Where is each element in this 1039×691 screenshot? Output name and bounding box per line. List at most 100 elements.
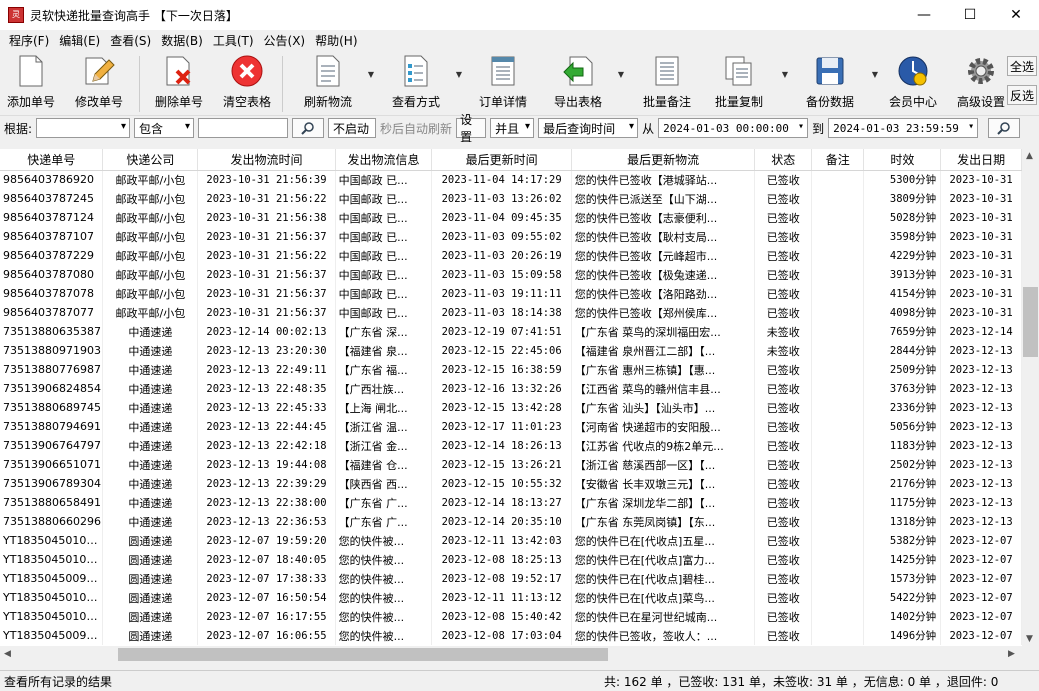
column-header[interactable]: 发出日期 <box>940 149 1022 171</box>
match-mode-select[interactable]: 包含 <box>134 118 195 138</box>
menu-tools[interactable]: 工具(T) <box>208 32 259 49</box>
table-row[interactable]: 9856403787229 邮政平邮/小包 2023-10-31 21:56:22 中… <box>0 246 1022 265</box>
scroll-up-icon[interactable]: ▲ <box>1026 151 1033 161</box>
scroll-left-icon[interactable]: ◀ <box>4 649 11 659</box>
invert-select-button[interactable]: 反选 <box>1007 85 1037 105</box>
table-row[interactable]: 73513880794691 中通速递 2023-12-13 22:44:45 【浙江… <box>0 417 1022 436</box>
order-detail-icon <box>487 55 519 87</box>
search-button[interactable] <box>292 118 325 138</box>
table-cell <box>811 398 865 417</box>
table-row[interactable]: 73513880658491 中通速递 2023-12-13 22:38:00 【广东… <box>0 493 1022 512</box>
filter-field-select[interactable] <box>36 118 131 138</box>
table-row[interactable]: YT1835045009811 圆通速递 2023-12-07 16:06:55 您的… <box>0 626 1022 645</box>
table-cell: 【陕西省 西... <box>335 474 433 493</box>
time-field-select[interactable]: 最后查询时间 <box>538 118 639 138</box>
table-row[interactable]: 9856403787077 邮政平邮/小包 2023-10-31 21:56:37 中… <box>0 303 1022 322</box>
table-cell: 已签收 <box>754 531 812 550</box>
table-cell: 已签收 <box>754 246 812 265</box>
edit-number-button[interactable]: 修改单号 <box>62 52 136 110</box>
table-row[interactable]: YT1835045010293 圆通速递 2023-12-07 16:50:54 您的… <box>0 588 1022 607</box>
advanced-settings-button[interactable]: 高级设置 <box>948 52 1014 110</box>
table-row[interactable]: 73513880776987 中通速递 2023-12-13 22:49:11 【广东… <box>0 360 1022 379</box>
date-search-button[interactable] <box>988 118 1021 138</box>
column-header[interactable]: 最后更新物流 <box>571 149 756 171</box>
chevron-down-icon[interactable]: ▼ <box>618 70 624 79</box>
scroll-right-icon[interactable]: ▶ <box>1008 649 1015 659</box>
vertical-scroll-thumb[interactable] <box>1023 287 1038 357</box>
table-cell <box>811 246 865 265</box>
menu-data[interactable]: 数据(B) <box>156 32 208 49</box>
logistics-table[interactable]: 快递单号 快递公司 发出物流时间 发出物流信息 最后更新时间 最后更新物流 状态… <box>0 149 1022 646</box>
table-cell: 已签收 <box>754 303 812 322</box>
delete-number-button[interactable]: 删除单号 <box>143 52 215 110</box>
table-row[interactable]: 9856403787107 邮政平邮/小包 2023-10-31 21:56:37 中… <box>0 227 1022 246</box>
column-header[interactable]: 发出物流时间 <box>197 149 336 171</box>
vertical-scrollbar[interactable]: ▲ ▼ <box>1022 149 1039 646</box>
table-cell: 中通速递 <box>102 436 199 455</box>
export-table-button[interactable]: 导出表格 ▼ <box>542 52 624 110</box>
menu-help[interactable]: 帮助(H) <box>310 32 362 49</box>
refresh-logistics-button[interactable]: 刷新物流 ▼ <box>286 52 374 110</box>
table-cell: 2023-12-07 18:40:05 <box>197 550 336 569</box>
table-row[interactable]: YT1835045010406 圆通速递 2023-12-07 19:59:20 您的… <box>0 531 1022 550</box>
chevron-down-icon[interactable]: ▼ <box>782 70 788 79</box>
from-datetime-picker[interactable]: 2024-01-03 00:00:00 <box>658 118 809 138</box>
table-cell: 2023-12-07 16:06:55 <box>197 626 336 645</box>
table-row[interactable]: 73513906764797 中通速递 2023-12-13 22:42:18 【浙江… <box>0 436 1022 455</box>
table-row[interactable]: 73513906651071 中通速递 2023-12-13 19:44:08 【福建… <box>0 455 1022 474</box>
maximize-button[interactable]: ☐ <box>947 0 993 30</box>
column-header[interactable]: 最后更新时间 <box>431 149 572 171</box>
table-cell: 已签收 <box>754 265 812 284</box>
column-header[interactable]: 时效 <box>863 149 942 171</box>
table-row[interactable]: YT1835045010321 圆通速递 2023-12-07 16:17:55 您的… <box>0 607 1022 626</box>
settings-gear-icon <box>965 55 997 87</box>
table-row[interactable]: 9856403786920 邮政平邮/小包 2023-10-31 21:56:39 中… <box>0 170 1022 189</box>
minimize-button[interactable]: — <box>901 0 947 30</box>
table-row[interactable]: 9856403787080 邮政平邮/小包 2023-10-31 21:56:37 中… <box>0 265 1022 284</box>
clear-table-button[interactable]: 清空表格 <box>215 52 279 110</box>
order-detail-button[interactable]: 订单详情 <box>464 52 542 110</box>
table-row[interactable]: 73513880660296 中通速递 2023-12-13 22:36:53 【广东… <box>0 512 1022 531</box>
table-row[interactable]: YT1835045009420 圆通速递 2023-12-07 17:38:33 您的… <box>0 569 1022 588</box>
column-header[interactable]: 状态 <box>754 149 812 171</box>
table-row[interactable]: 73513880635387 中通速递 2023-12-14 00:02:13 【广东… <box>0 322 1022 341</box>
table-row[interactable]: 73513906824854 中通速递 2023-12-13 22:48:35 【广西… <box>0 379 1022 398</box>
table-cell: 73513906824854 <box>0 379 104 398</box>
backup-data-button[interactable]: 备份数据 ▼ <box>790 52 878 110</box>
menu-edit[interactable]: 编辑(E) <box>54 32 105 49</box>
table-cell: 已签收 <box>754 493 812 512</box>
view-mode-button[interactable]: 查看方式 ▼ <box>374 52 462 110</box>
logic-select[interactable]: 并且 <box>490 118 535 138</box>
scroll-down-icon[interactable]: ▼ <box>1026 634 1033 644</box>
menu-notice[interactable]: 公告(X) <box>259 32 311 49</box>
table-cell: 1318分钟 <box>863 512 942 531</box>
close-button[interactable]: ✕ <box>993 0 1039 30</box>
column-header[interactable]: 备注 <box>811 149 865 171</box>
menu-program[interactable]: 程序(F) <box>4 32 54 49</box>
table-row[interactable]: 73513906789304 中通速递 2023-12-13 22:39:29 【陕西… <box>0 474 1022 493</box>
batch-copy-button[interactable]: 批量复制 ▼ <box>706 52 788 110</box>
menu-view[interactable]: 查看(S) <box>105 32 156 49</box>
column-header[interactable]: 发出物流信息 <box>335 149 433 171</box>
add-number-button[interactable]: 添加单号 <box>0 52 62 110</box>
table-row[interactable]: 73513880971903 中通速递 2023-12-13 23:20:30 【福建… <box>0 341 1022 360</box>
search-input[interactable] <box>198 118 289 138</box>
table-row[interactable]: 9856403787245 邮政平邮/小包 2023-10-31 21:56:22 中… <box>0 189 1022 208</box>
chevron-down-icon[interactable]: ▼ <box>456 70 462 79</box>
member-center-button[interactable]: 会员中心 <box>878 52 948 110</box>
batch-note-button[interactable]: 批量备注 <box>628 52 706 110</box>
horizontal-scroll-thumb[interactable] <box>118 648 608 661</box>
table-row[interactable]: YT1835045010183 圆通速递 2023-12-07 18:40:05 您的… <box>0 550 1022 569</box>
to-datetime-picker[interactable]: 2024-01-03 23:59:59 <box>828 118 979 138</box>
table-row[interactable]: 9856403787078 邮政平邮/小包 2023-10-31 21:56:37 中… <box>0 284 1022 303</box>
auto-refresh-input[interactable]: 不启动 <box>328 118 377 138</box>
column-header[interactable]: 快递单号 <box>0 149 104 171</box>
table-row[interactable]: 73513880689745 中通速递 2023-12-13 22:45:33 【上海… <box>0 398 1022 417</box>
table-cell: 9856403786920 <box>0 170 104 189</box>
table-row[interactable]: 9856403787124 邮政平邮/小包 2023-10-31 21:56:38 中… <box>0 208 1022 227</box>
auto-refresh-settings-button[interactable]: 设置 <box>456 113 487 144</box>
horizontal-scrollbar[interactable]: ◀ ▶ <box>0 646 1039 663</box>
table-cell: 2023-12-13 22:39:29 <box>197 474 336 493</box>
column-header[interactable]: 快递公司 <box>102 149 199 171</box>
select-all-button[interactable]: 全选 <box>1007 56 1037 76</box>
